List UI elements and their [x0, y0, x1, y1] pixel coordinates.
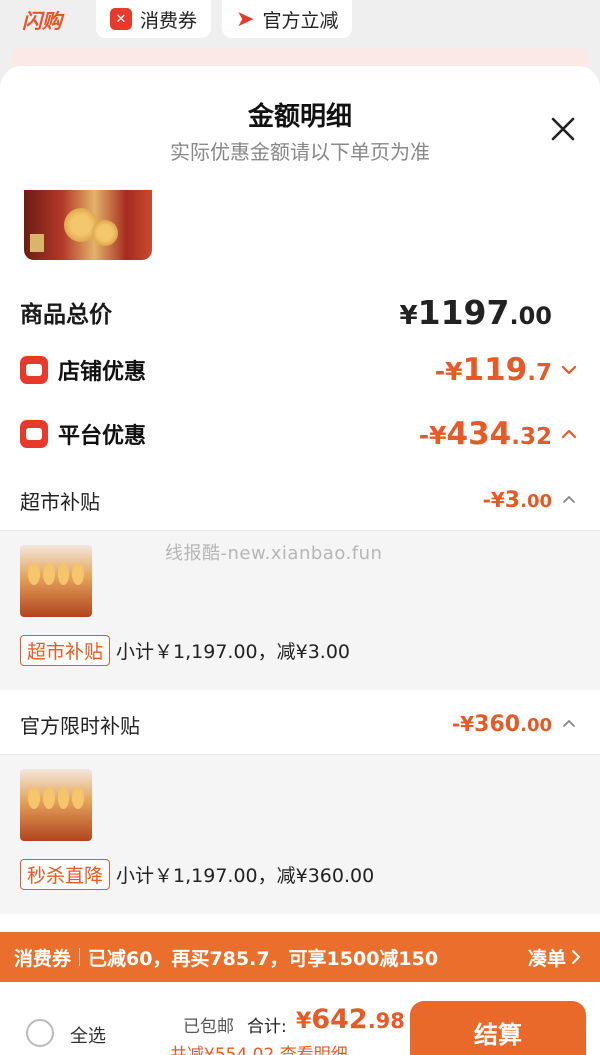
platform-icon — [20, 420, 48, 448]
lightning-icon: ➤ — [236, 6, 255, 32]
chevron-up-icon[interactable] — [560, 425, 578, 443]
shop-discount-label: 店铺优惠 — [58, 360, 147, 385]
platform-discount-row[interactable]: 平台优惠 -¥ 434.32 — [0, 414, 600, 454]
platform-discount-value: -¥ 434.32 — [419, 416, 552, 452]
checkout-button[interactable]: 结算 — [410, 1001, 586, 1055]
coupon-bar-tag: 消费券 — [14, 947, 72, 970]
checkout-footer: 全选 已包邮 合计: ¥642.98 共减¥554.02 查看明细 结算 — [0, 982, 600, 1055]
supermarket-subsidy-value: -¥ 3.00 — [483, 488, 552, 513]
platform-discount-dec: .32 — [511, 424, 552, 450]
official-dec: .00 — [520, 714, 552, 736]
shop-discount-int: 119 — [462, 352, 528, 388]
shop-discount-currency: -¥ — [434, 357, 463, 386]
official-subsidy-detail: 秒杀直降 小计￥1,197.00，减¥360.00 — [0, 754, 600, 914]
total-price-label: 商品总价 — [20, 302, 112, 328]
coupon-chip[interactable]: ✕ 消费券 — [96, 0, 212, 38]
official-subsidy-label: 官方限时补贴 — [20, 713, 140, 738]
chevron-down-icon[interactable] — [560, 361, 578, 379]
close-icon[interactable] — [548, 114, 578, 144]
shop-discount-value: -¥ 119.7 — [435, 352, 552, 388]
flash-sale-tag: 秒杀直降 — [20, 859, 111, 890]
divider — [79, 948, 81, 966]
subsidy-detail-line: 超市补贴 小计￥1,197.00，减¥3.00 — [20, 635, 350, 666]
coupon-bar-text: 已减60，再买785.7，可享1500减150 — [88, 947, 439, 970]
gather-order-link[interactable]: 凑单 — [528, 944, 582, 971]
total-price-value: ¥1197.00 — [400, 293, 552, 332]
subsidy-dec: .00 — [520, 490, 552, 512]
select-all-label[interactable]: 全选 — [70, 1022, 106, 1048]
subsidy-int: 3 — [504, 487, 521, 513]
chevron-up-icon[interactable] — [560, 715, 578, 733]
view-detail-link[interactable]: 共减¥554.02 查看明细 — [170, 1040, 348, 1055]
subsidy-currency: -¥ — [482, 487, 505, 512]
subsidy-detail-text: 小计￥1,197.00，减¥3.00 — [116, 641, 351, 663]
platform-discount-label: 平台优惠 — [58, 424, 147, 449]
chevron-right-icon — [572, 950, 580, 964]
official-discount-label: 官方立减 — [262, 9, 339, 32]
official-subsidy-row[interactable]: 官方限时补贴 -¥ 360.00 — [0, 704, 600, 744]
free-shipping-label: 已包邮 — [183, 1017, 234, 1037]
official-detail-text: 小计￥1,197.00，减¥360.00 — [116, 865, 375, 887]
total-price-row: 商品总价 ¥1197.00 — [0, 292, 600, 332]
product-thumbnail — [20, 545, 92, 617]
sheet-subtitle: 实际优惠金额请以下单页为准 — [170, 140, 430, 164]
official-detail-line: 秒杀直降 小计￥1,197.00，减¥360.00 — [20, 859, 374, 890]
platform-discount-int: 434 — [446, 416, 512, 452]
total-int: 1197 — [417, 292, 510, 332]
shop-discount-row[interactable]: 店铺优惠 -¥ 119.7 — [0, 350, 600, 390]
footer-dec: .98 — [367, 1009, 405, 1033]
amount-detail-sheet: 金额明细 实际优惠金额请以下单页为准 商品总价 ¥1197.00 店铺优惠 -¥… — [0, 66, 600, 932]
supermarket-subsidy-label: 超市补贴 — [20, 489, 100, 514]
official-currency: -¥ — [451, 711, 475, 736]
footer-total-price: ¥642.98 — [296, 1004, 405, 1035]
sheet-title: 金额明细 — [247, 102, 352, 132]
coupon-icon: ✕ — [110, 8, 132, 30]
shop-discount-dec: .7 — [527, 360, 552, 386]
total-label: 合计: — [247, 1017, 287, 1037]
gather-order-label: 凑单 — [527, 947, 566, 970]
select-all-radio[interactable] — [26, 1019, 54, 1047]
subsidy-tag: 超市补贴 — [20, 635, 111, 666]
watermark: 线报酷-new.xianbao.fun — [165, 543, 383, 564]
flash-sale-label: 闪购 — [22, 8, 62, 33]
supermarket-subsidy-row[interactable]: 超市补贴 -¥ 3.00 — [0, 480, 600, 520]
total-dec: .00 — [509, 301, 552, 330]
coupon-bar[interactable]: 消费券 已减60，再买785.7，可享1500减150 凑单 — [0, 932, 600, 982]
total-currency: ¥ — [399, 300, 418, 331]
product-thumbnail — [20, 769, 92, 841]
platform-discount-currency: -¥ — [418, 421, 447, 450]
footer-currency: ¥ — [296, 1009, 312, 1034]
official-int: 360 — [474, 711, 521, 737]
coupon-chip-label: 消费券 — [140, 9, 198, 32]
official-discount-chip[interactable]: ➤ 官方立减 — [222, 0, 353, 38]
footer-int: 642 — [311, 1004, 368, 1035]
official-subsidy-value: -¥ 360.00 — [452, 712, 552, 737]
chevron-up-icon[interactable] — [560, 491, 578, 509]
shop-icon — [20, 356, 48, 384]
product-image — [24, 190, 152, 260]
